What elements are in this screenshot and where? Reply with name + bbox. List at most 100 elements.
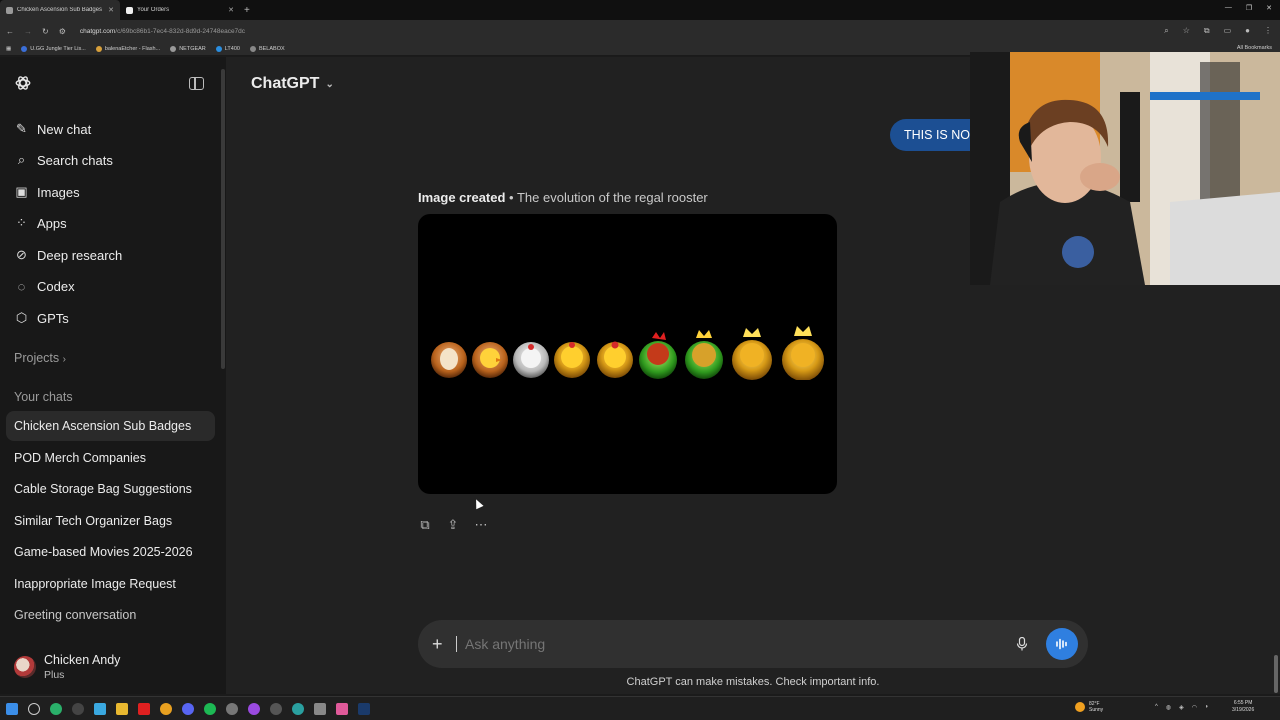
search-icon: ⌕ [17, 152, 26, 167]
chat-item[interactable]: Chicken Ascension Sub Badges [6, 411, 215, 441]
bookmark-item[interactable]: LT400 [215, 45, 240, 52]
utility-icon[interactable] [72, 702, 84, 715]
close-window-icon[interactable]: ✕ [1266, 4, 1272, 12]
sidebar-item-gpts[interactable]: ⬡ GPTs [14, 307, 69, 329]
bookmark-item[interactable]: balenaEtcher - Flash... [95, 45, 161, 52]
browser-tab-orders[interactable]: Your Orders ✕ [120, 0, 240, 20]
edge-icon[interactable] [50, 702, 62, 715]
restore-icon[interactable]: ❐ [1246, 4, 1252, 12]
app-icon[interactable] [226, 702, 238, 715]
tab-title: Chicken Ascension Sub Badges [17, 7, 103, 13]
prompt-input[interactable] [456, 636, 1012, 652]
sidebar-item-apps[interactable]: ⁘ Apps [14, 212, 67, 234]
tray-app-icon[interactable]: ◍ [1166, 704, 1171, 711]
reload-icon[interactable]: ↻ [42, 27, 49, 36]
menu-icon[interactable]: ⋮ [1264, 26, 1272, 36]
sidebar-item-images[interactable]: ▣ Images [14, 181, 79, 203]
tab-favicon-icon [126, 6, 133, 14]
windows-start-icon[interactable] [6, 702, 18, 715]
sidebar-item-new-chat[interactable]: ✎ New chat [14, 118, 91, 140]
back-icon[interactable]: ← [6, 27, 14, 36]
generated-image[interactable] [418, 214, 837, 494]
close-tab-icon[interactable]: ✕ [108, 6, 114, 14]
model-selector[interactable]: ChatGPT ⌄ [251, 75, 334, 93]
main-scrollbar[interactable] [1274, 655, 1278, 693]
projects-header[interactable]: Projects › [14, 351, 66, 365]
address-bar: ← → ↻ ⚙ chatgpt.com/c/69bc86b1-7ec4-832d… [0, 20, 1280, 42]
volume-icon[interactable]: ◗ [1205, 704, 1209, 711]
youtube-icon[interactable] [138, 702, 150, 715]
chat-item[interactable]: Greeting conversation [6, 600, 215, 630]
copy-icon[interactable]: ⧉ [418, 517, 432, 532]
image-caption: Image created • The evolution of the reg… [418, 190, 708, 205]
bookmark-item[interactable]: BELABOX [249, 45, 285, 52]
forward-icon[interactable]: → [24, 27, 32, 36]
apps-grid-icon[interactable]: ▦ [6, 46, 11, 52]
bookmark-favicon-icon [21, 45, 28, 52]
tray-app-icon[interactable]: ◈ [1179, 704, 1184, 711]
sidebar-scrollbar[interactable] [221, 69, 225, 369]
app-icon[interactable] [292, 702, 304, 715]
chevron-up-icon[interactable]: ^ [1155, 704, 1158, 711]
nav-label: Apps [37, 215, 67, 231]
monitor-icon[interactable] [314, 702, 326, 715]
network-icon[interactable]: ◠ [1192, 704, 1197, 711]
share-icon[interactable]: ⇪ [446, 517, 460, 532]
badge-rooster-crowned-green [685, 330, 723, 379]
badge-egg [431, 342, 467, 378]
sidebar-item-codex[interactable]: ◌ Codex [14, 275, 75, 297]
chrome-icon[interactable] [160, 702, 172, 715]
all-bookmarks-link[interactable]: All Bookmarks [1237, 45, 1272, 51]
clock[interactable]: 6:55 PM 3/19/2026 [1232, 700, 1254, 714]
model-label: ChatGPT [251, 75, 320, 92]
add-attachment-icon[interactable]: + [432, 634, 456, 655]
microphone-icon[interactable] [1012, 634, 1032, 654]
chat-item[interactable]: Similar Tech Organizer Bags [6, 506, 215, 536]
weather-widget[interactable]: 82°F Sunny [1075, 701, 1103, 713]
openai-logo-icon[interactable] [14, 74, 32, 92]
sidebar-item-deep-research[interactable]: ⊘ Deep research [14, 244, 122, 266]
discord-icon[interactable] [182, 702, 194, 715]
new-tab-icon[interactable]: + [244, 5, 250, 16]
extensions-icon[interactable]: ⧉ [1204, 26, 1210, 36]
browser-tab-chatgpt[interactable]: Chicken Ascension Sub Badges ✕ [0, 0, 120, 20]
more-options-icon[interactable]: ⋯ [474, 517, 488, 532]
bookmark-item[interactable]: NETGEAR [170, 45, 206, 52]
sidebar: ✎ New chat ⌕ Search chats ▣ Images ⁘ Apps ⊘ D… [0, 57, 226, 694]
bookmark-favicon-icon [170, 45, 177, 52]
bookmark-item[interactable]: U.GG Jungle Tier Lis... [21, 45, 86, 52]
user-profile[interactable]: Chicken Andy Plus [14, 653, 120, 681]
bookmark-label: balenaEtcher - Flash... [104, 45, 161, 52]
bookmark-star-icon[interactable]: ☆ [1183, 26, 1190, 36]
bookmark-label: BELABOX [258, 45, 285, 52]
chat-item[interactable]: POD Merch Companies [6, 443, 215, 473]
mouse-cursor-icon [472, 497, 484, 510]
profile-icon[interactable]: ● [1245, 26, 1250, 36]
close-tab-icon[interactable]: ✕ [228, 6, 234, 14]
url-host: chatgpt.com [79, 27, 116, 35]
chat-item[interactable]: Game-based Movies 2025-2026 [6, 537, 215, 567]
search-icon[interactable] [28, 702, 40, 715]
chat-item[interactable]: Inappropriate Image Request [6, 569, 215, 599]
store-icon[interactable] [94, 702, 106, 715]
url-field[interactable]: chatgpt.com/c/69bc86b1-7ec4-832d-8d9d-24… [80, 28, 245, 35]
bookmark-label: NETGEAR [179, 45, 206, 52]
app-icon[interactable] [248, 702, 260, 715]
badge-rooster-crowned-gold-final [782, 326, 824, 380]
sidebar-toggle-icon[interactable] [189, 77, 204, 90]
minimize-icon[interactable]: — [1225, 4, 1232, 12]
chatgpt-taskbar-icon[interactable] [270, 702, 282, 715]
photoshop-icon[interactable] [358, 702, 370, 715]
spotify-icon[interactable] [204, 702, 216, 715]
badge-chick [472, 342, 508, 378]
sidebar-item-search-chats[interactable]: ⌕ Search chats [14, 149, 113, 171]
file-explorer-icon[interactable] [116, 702, 128, 715]
badge-hen-silver [513, 342, 549, 378]
app-icon[interactable] [336, 702, 348, 715]
site-info-icon[interactable]: ⚙ [59, 27, 66, 36]
voice-mode-button[interactable] [1046, 628, 1078, 660]
chat-item[interactable]: Cable Storage Bag Suggestions [6, 474, 215, 504]
projects-label: Projects [14, 351, 60, 365]
zoom-icon[interactable]: ⌕ [1164, 26, 1168, 36]
sidepanel-icon[interactable]: ▭ [1224, 26, 1232, 36]
